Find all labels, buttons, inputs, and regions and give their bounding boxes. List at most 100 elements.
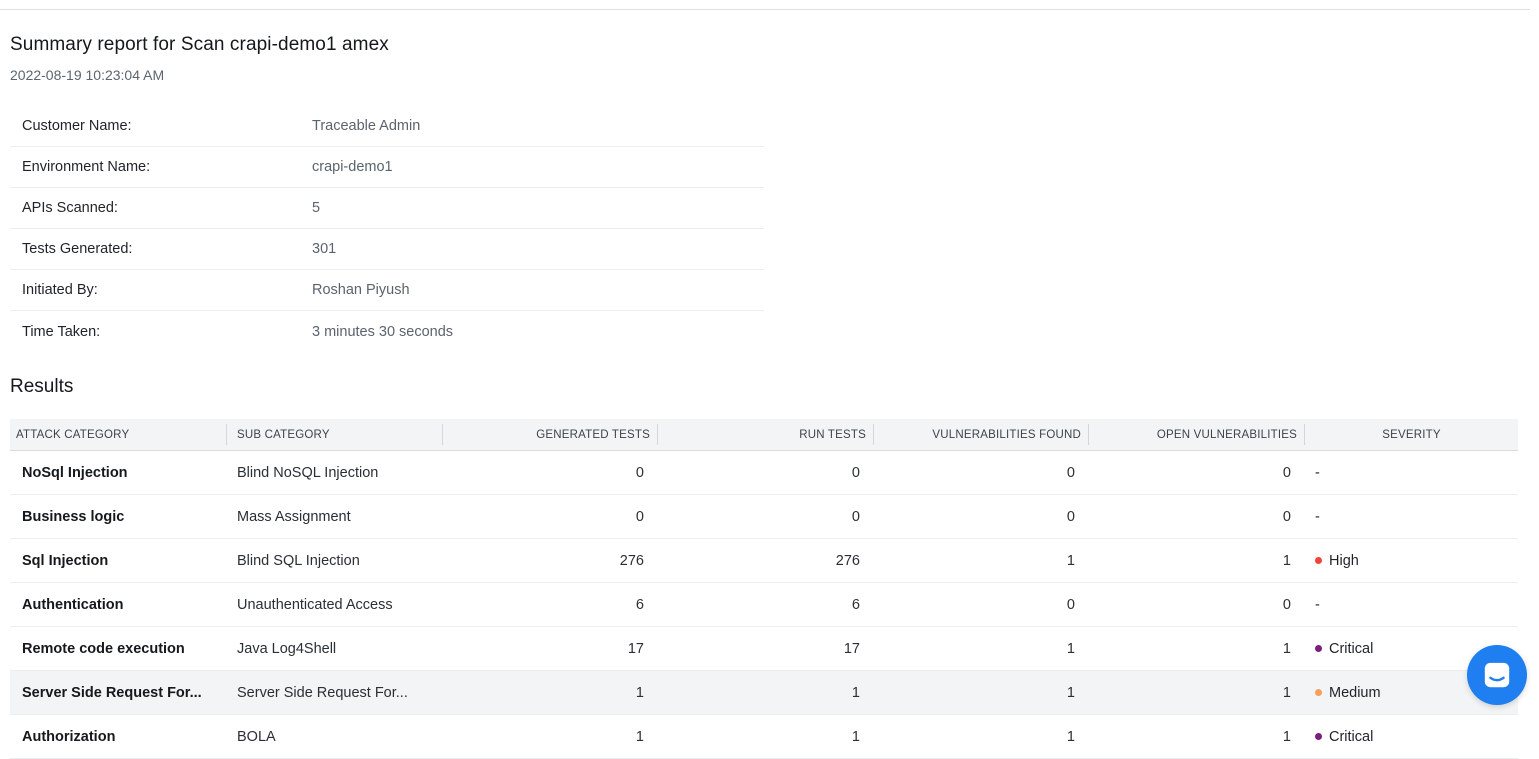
attack-category-cell: Server Side Request For... [22, 684, 202, 701]
open-vulnerabilities-cell: 1 [1282, 552, 1291, 569]
sub-category-cell: Unauthenticated Access [237, 596, 393, 613]
attack-category-cell: Sql Injection [22, 552, 109, 569]
table-row[interactable]: Authorization BOLA 1 1 1 1 Critical [10, 715, 1518, 759]
vulnerabilities-found-cell: 0 [1066, 596, 1075, 613]
info-label: Initiated By: [22, 282, 98, 298]
generated-tests-cell: 1 [635, 728, 644, 745]
severity-cell: - [1305, 583, 1518, 626]
attack-category-cell: Business logic [22, 508, 125, 525]
table-row[interactable]: Sql Injection Blind SQL Injection 276 276 1 1… [10, 539, 1518, 583]
chat-launcher-button[interactable] [1467, 645, 1527, 705]
open-vulnerabilities-cell: 0 [1282, 464, 1291, 481]
sub-category-cell: BOLA [237, 728, 276, 745]
severity-label: Medium [1329, 684, 1381, 701]
severity-label: Critical [1329, 728, 1374, 745]
vulnerabilities-found-cell: 0 [1066, 508, 1075, 525]
sub-category-cell: Server Side Request For... [237, 684, 408, 701]
info-label: APIs Scanned: [22, 200, 118, 216]
run-tests-cell: 0 [851, 464, 860, 481]
severity-label: - [1315, 508, 1320, 525]
severity-label: High [1329, 552, 1359, 569]
info-value: 5 [312, 200, 321, 216]
severity-dot-icon [1315, 645, 1322, 652]
info-row-environment: Environment Name: crapi-demo1 [10, 147, 764, 188]
generated-tests-cell: 17 [627, 640, 644, 657]
sub-category-cell: Mass Assignment [237, 508, 351, 525]
info-value: 3 minutes 30 seconds [312, 323, 454, 340]
sub-category-cell: Blind SQL Injection [237, 552, 360, 569]
run-tests-cell: 6 [851, 596, 860, 613]
attack-category-cell: Authorization [22, 728, 116, 745]
column-header-open-vulnerabilities[interactable]: OPEN VULNERABILITIES [1089, 419, 1305, 450]
results-heading: Results [10, 376, 74, 397]
column-header-attack-category[interactable]: ATTACK CATEGORY [10, 419, 227, 450]
info-label: Time Taken: [22, 323, 101, 340]
table-row[interactable]: Remote code execution Java Log4Shell 17 17 1… [10, 627, 1518, 671]
attack-category-cell: NoSql Injection [22, 464, 128, 481]
results-header-row: ATTACK CATEGORY SUB CATEGORY GENERATED T… [10, 419, 1518, 451]
chat-icon [1482, 660, 1512, 690]
run-tests-cell: 17 [843, 640, 860, 657]
open-vulnerabilities-cell: 1 [1282, 728, 1291, 745]
info-row-tests-generated: Tests Generated: 301 [10, 229, 764, 270]
vulnerabilities-found-cell: 1 [1066, 640, 1075, 657]
open-vulnerabilities-cell: 0 [1282, 508, 1291, 525]
table-row[interactable]: Server Side Request For... Server Side Re… [10, 671, 1518, 715]
severity-label: - [1315, 464, 1320, 481]
run-tests-cell: 1 [851, 684, 860, 701]
info-value: Traceable Admin [312, 118, 421, 134]
column-header-sub-category[interactable]: SUB CATEGORY [227, 419, 443, 450]
generated-tests-cell: 6 [635, 596, 644, 613]
results-body: NoSql Injection Blind NoSQL Injection 0 0 0 0… [10, 451, 1518, 759]
vulnerabilities-found-cell: 1 [1066, 728, 1075, 745]
column-header-generated-tests[interactable]: GENERATED TESTS [443, 419, 658, 450]
severity-dot-icon [1315, 733, 1322, 740]
table-row[interactable]: NoSql Injection Blind NoSQL Injection 0 0 0 0… [10, 451, 1518, 495]
generated-tests-cell: 276 [619, 552, 644, 569]
info-value: crapi-demo1 [312, 159, 393, 175]
severity-label: - [1315, 596, 1320, 613]
info-label: Environment Name: [22, 159, 151, 175]
run-tests-cell: 0 [851, 508, 860, 525]
results-table: ATTACK CATEGORY SUB CATEGORY GENERATED T… [10, 419, 1518, 759]
sub-category-cell: Java Log4Shell [237, 640, 337, 657]
table-row[interactable]: Business logic Mass Assignment 0 0 0 0 - [10, 495, 1518, 539]
vulnerabilities-found-cell: 1 [1066, 552, 1075, 569]
column-header-run-tests[interactable]: RUN TESTS [658, 419, 874, 450]
top-divider [0, 9, 1530, 10]
column-header-vulnerabilities-found[interactable]: VULNERABILITIES FOUND [874, 419, 1089, 450]
info-row-customer: Customer Name: Traceable Admin [10, 106, 764, 147]
info-row-initiated-by: Initiated By: Roshan Piyush [10, 270, 764, 311]
generated-tests-cell: 0 [635, 464, 644, 481]
generated-tests-cell: 1 [635, 684, 644, 701]
info-label: Tests Generated: [22, 241, 133, 257]
scan-info-table: Customer Name: Traceable Admin Environme… [10, 106, 764, 352]
vulnerabilities-found-cell: 1 [1066, 684, 1075, 701]
open-vulnerabilities-cell: 1 [1282, 684, 1291, 701]
table-row[interactable]: Authentication Unauthenticated Access 6 6 0 0… [10, 583, 1518, 627]
info-label: Customer Name: [22, 118, 132, 134]
severity-dot-icon [1315, 689, 1322, 696]
attack-category-cell: Authentication [22, 596, 124, 613]
generated-tests-cell: 0 [635, 508, 644, 525]
info-value: 301 [312, 241, 337, 257]
info-row-time-taken: Time Taken: 3 minutes 30 seconds [10, 311, 764, 352]
info-row-apis-scanned: APIs Scanned: 5 [10, 188, 764, 229]
run-tests-cell: 1 [851, 728, 860, 745]
severity-cell: High [1305, 539, 1518, 582]
attack-category-cell: Remote code execution [22, 640, 185, 657]
vulnerabilities-found-cell: 0 [1066, 464, 1075, 481]
info-value: Roshan Piyush [312, 282, 410, 298]
report-date: 2022-08-19 10:23:04 AM [10, 67, 165, 83]
severity-cell: Critical [1305, 715, 1518, 758]
run-tests-cell: 276 [835, 552, 860, 569]
severity-label: Critical [1329, 640, 1374, 657]
severity-cell: - [1305, 495, 1518, 538]
open-vulnerabilities-cell: 1 [1282, 640, 1291, 657]
column-header-severity[interactable]: SEVERITY [1305, 419, 1518, 450]
severity-cell: - [1305, 451, 1518, 494]
open-vulnerabilities-cell: 0 [1282, 596, 1291, 613]
page-title: Summary report for Scan crapi-demo1 amex [10, 34, 389, 55]
sub-category-cell: Blind NoSQL Injection [237, 464, 379, 481]
severity-dot-icon [1315, 557, 1322, 564]
